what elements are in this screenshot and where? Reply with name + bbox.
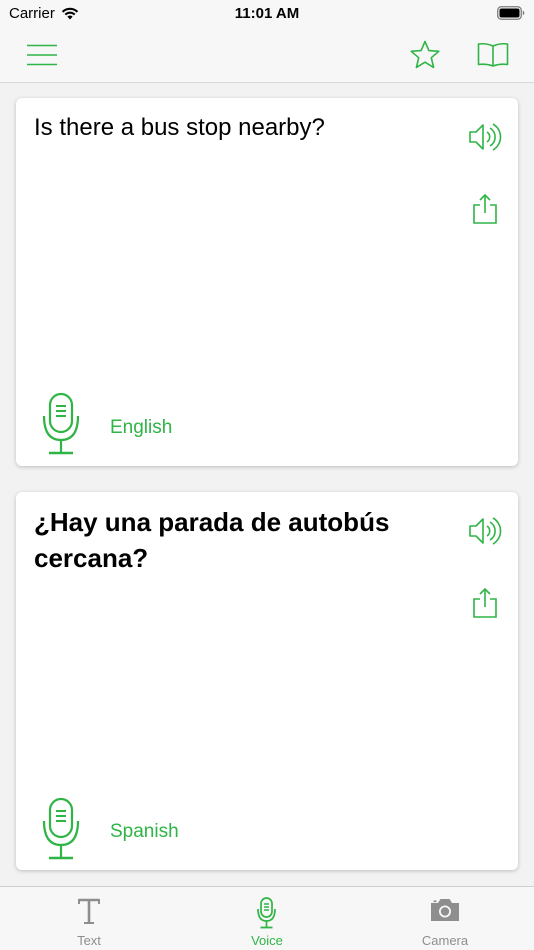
share-icon [473,587,497,618]
tab-camera-label: Camera [421,933,469,948]
translator-screen: Carrier 11:01 AM Is there a bus stop nea… [0,0,534,950]
book-icon [477,42,509,67]
microphone-icon [257,897,276,929]
target-text[interactable]: ¿Hay una parada de autobús cercana? [34,504,454,576]
speaker-icon [469,517,502,545]
phrasebook-button[interactable] [475,38,511,72]
favorite-button[interactable] [407,38,443,72]
tab-bar: Text Voice Camera [0,886,534,950]
tab-voice-label: Voice [251,933,283,948]
target-mic-button[interactable] [42,797,82,861]
battery-icon [497,6,525,20]
source-text[interactable]: Is there a bus stop nearby? [34,110,454,146]
hamburger-icon [27,44,57,66]
share-icon [473,193,497,224]
tab-text-label: Text [77,933,101,948]
source-speak-button[interactable] [467,119,503,155]
source-language-label[interactable]: English [110,417,172,439]
status-bar: Carrier 11:01 AM [0,0,534,28]
camera-icon [431,899,459,921]
target-language-label[interactable]: Spanish [110,821,179,843]
source-share-button[interactable] [467,191,503,227]
menu-button[interactable] [24,38,60,72]
tab-voice[interactable]: Voice [178,887,356,950]
speaker-icon [469,123,502,151]
tab-camera[interactable]: Camera [356,887,534,950]
target-card: ¿Hay una parada de autobús cercana? Span… [16,492,518,870]
text-icon [78,898,100,924]
tab-text[interactable]: Text [0,887,178,950]
status-time: 11:01 AM [234,5,300,22]
star-icon [410,40,440,69]
target-speak-button[interactable] [467,513,503,549]
nav-bar [0,28,534,83]
target-share-button[interactable] [467,585,503,621]
source-mic-button[interactable] [42,392,82,456]
source-card: Is there a bus stop nearby? English [16,98,518,466]
